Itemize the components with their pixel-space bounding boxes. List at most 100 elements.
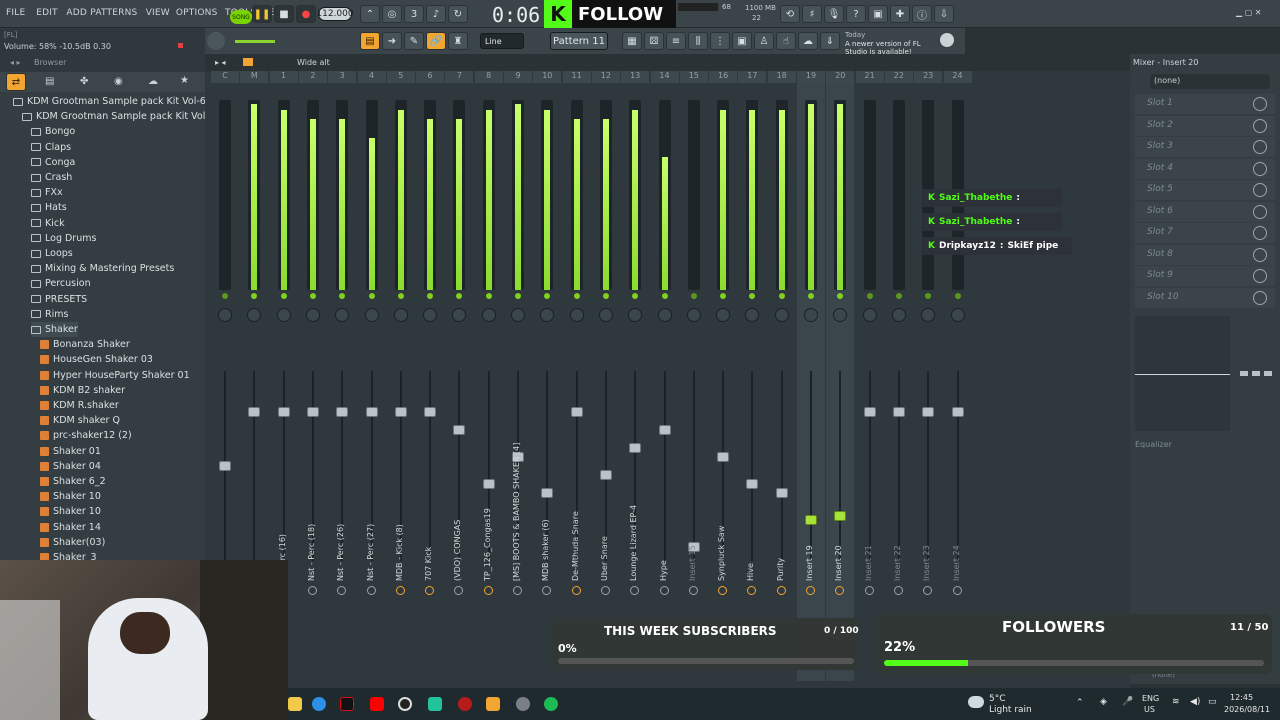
strip-number[interactable]: 7 xyxy=(445,71,474,83)
mute-led[interactable] xyxy=(632,293,639,299)
browser-file[interactable]: Shaker 01 xyxy=(40,444,101,459)
mixer-strip[interactable]: 21 Insert 21 xyxy=(855,71,884,681)
mute-led[interactable] xyxy=(368,293,375,299)
mute-led[interactable] xyxy=(485,293,492,299)
strip-label[interactable]: Insert 21 xyxy=(864,501,876,581)
browser-folder[interactable]: Rims xyxy=(31,307,68,322)
browser-folder[interactable]: Claps xyxy=(31,140,71,155)
mixer-strip[interactable]: 12 Uber Snare xyxy=(591,71,620,681)
browser-folder[interactable]: Bongo xyxy=(31,124,75,139)
strip-number[interactable]: 16 xyxy=(709,71,738,83)
mixer-strip[interactable]: 4 Nst - Perc (27) xyxy=(357,71,386,681)
countdown-icon[interactable]: 3 xyxy=(404,5,424,23)
strip-label[interactable]: Insert 20 xyxy=(834,501,846,581)
strip-number[interactable]: C xyxy=(211,71,239,83)
mute-led[interactable] xyxy=(397,293,404,299)
menu-edit[interactable]: EDIT xyxy=(36,8,58,18)
master-pitch-slider[interactable] xyxy=(235,40,275,43)
strip-number[interactable]: 15 xyxy=(679,71,708,83)
mixer-strip[interactable]: 10 MDB shaker (6) xyxy=(533,71,562,681)
playlist-icon[interactable]: ▦ xyxy=(622,32,642,50)
youtube-icon[interactable] xyxy=(370,697,384,711)
save-icon[interactable]: ▣ xyxy=(868,5,888,23)
route-button[interactable] xyxy=(571,586,581,595)
insert-slot[interactable]: Slot 3 xyxy=(1135,137,1275,157)
slot-mix-knob[interactable] xyxy=(1253,183,1267,197)
pan-knob[interactable] xyxy=(393,308,408,322)
strip-number[interactable]: 11 xyxy=(562,71,591,83)
mixer-strip[interactable]: 14 Hype xyxy=(650,71,679,681)
link-icon[interactable]: 🔗 xyxy=(426,32,446,50)
browser-folder[interactable]: KDM Grootman Sample pack Kit Vol-6 xyxy=(22,109,215,124)
pan-knob[interactable] xyxy=(540,308,555,322)
strip-number[interactable]: 17 xyxy=(738,71,767,83)
strip-number[interactable]: 9 xyxy=(504,71,532,83)
pan-knob[interactable] xyxy=(598,308,613,322)
browser-file[interactable]: Shaker 6_2 xyxy=(40,474,106,489)
pan-knob[interactable] xyxy=(218,308,232,322)
mute-led[interactable] xyxy=(602,293,609,299)
strip-label[interactable]: Insert 19 xyxy=(805,501,817,581)
info-icon[interactable]: ⓘ xyxy=(912,5,932,23)
mute-led[interactable] xyxy=(749,293,756,299)
slot-mix-knob[interactable] xyxy=(1253,161,1267,176)
route-button[interactable] xyxy=(600,586,610,595)
insert-slot[interactable]: Slot 6 xyxy=(1135,201,1275,222)
mute-led[interactable] xyxy=(808,293,814,299)
slot-mix-knob[interactable] xyxy=(1253,269,1267,283)
tray-mic-icon[interactable]: 🎤 xyxy=(1122,697,1133,707)
slot-mix-knob[interactable] xyxy=(1253,97,1267,111)
pan-knob[interactable] xyxy=(774,308,789,322)
loop-record-icon[interactable]: ↻ xyxy=(448,5,468,23)
browser-cloud-icon[interactable]: ☁ xyxy=(148,76,158,87)
strip-label[interactable]: Synpluck Saw xyxy=(717,501,729,581)
route-button[interactable] xyxy=(337,586,347,595)
browser-db-icon[interactable]: ◉ xyxy=(114,76,123,87)
insert-slot[interactable]: Slot 4 xyxy=(1135,158,1275,179)
pan-knob[interactable] xyxy=(481,308,496,322)
volume-fader[interactable] xyxy=(599,470,612,480)
pan-knob[interactable] xyxy=(364,308,379,322)
piano-roll-icon[interactable]: ≡ xyxy=(666,32,686,50)
slot-mix-knob[interactable] xyxy=(1253,204,1267,219)
mute-led[interactable] xyxy=(573,293,580,299)
window-controls[interactable]: ▁ ▢ ✕ xyxy=(1236,8,1262,17)
plugin-db-icon[interactable]: ▣ xyxy=(732,32,752,50)
route-button[interactable] xyxy=(425,586,435,595)
keyboard-layout[interactable]: US xyxy=(1144,705,1155,714)
mixer-strip[interactable]: 2 Nst - Perc (18) xyxy=(298,71,327,681)
strip-number[interactable]: 10 xyxy=(533,71,562,83)
route-button[interactable] xyxy=(864,586,874,595)
app-icon[interactable] xyxy=(428,697,442,711)
volume-fader[interactable] xyxy=(746,479,759,489)
mixer-strip[interactable]: 13 Lounge Lizard EP-4 xyxy=(621,71,650,681)
browser-file[interactable]: Shaker 10 xyxy=(40,489,101,504)
route-button[interactable] xyxy=(366,586,376,595)
play-icon[interactable]: ➜ xyxy=(382,32,402,50)
browser-folder[interactable]: FXx xyxy=(31,185,63,200)
strip-label[interactable]: Nst - Perc (27) xyxy=(366,501,378,581)
mute-led[interactable] xyxy=(720,293,727,299)
cloud-icon[interactable]: ☁ xyxy=(798,32,818,50)
mixer-strip[interactable]: 11 De-Mthuda Snare xyxy=(562,71,591,681)
browser-file[interactable]: Hyper HouseParty Shaker 01 xyxy=(40,368,190,383)
pause-button[interactable]: ❚❚ xyxy=(252,5,272,23)
pan-knob[interactable] xyxy=(569,308,584,322)
pan-knob[interactable] xyxy=(305,308,320,322)
route-button[interactable] xyxy=(659,586,669,595)
pan-knob[interactable] xyxy=(804,308,818,322)
fl-studio-icon[interactable] xyxy=(486,697,500,711)
browser-folder[interactable]: KDM Grootman Sample pack Kit Vol-6 xyxy=(13,94,206,109)
stamp-icon[interactable]: ♜ xyxy=(448,32,468,50)
route-button[interactable] xyxy=(718,586,728,595)
strip-number[interactable]: 23 xyxy=(914,71,943,83)
pan-knob[interactable] xyxy=(247,308,262,322)
obs-icon[interactable] xyxy=(398,697,412,711)
route-button[interactable] xyxy=(776,586,786,595)
mixer-strip[interactable]: 5 MDB - Kick (8) xyxy=(386,71,415,681)
browser-file[interactable]: Shaker 04 xyxy=(40,459,101,474)
volume-fader[interactable] xyxy=(306,407,319,417)
menu-file[interactable]: FILE xyxy=(6,8,25,18)
strip-number[interactable]: 12 xyxy=(591,71,620,83)
edge-icon[interactable] xyxy=(312,697,326,711)
